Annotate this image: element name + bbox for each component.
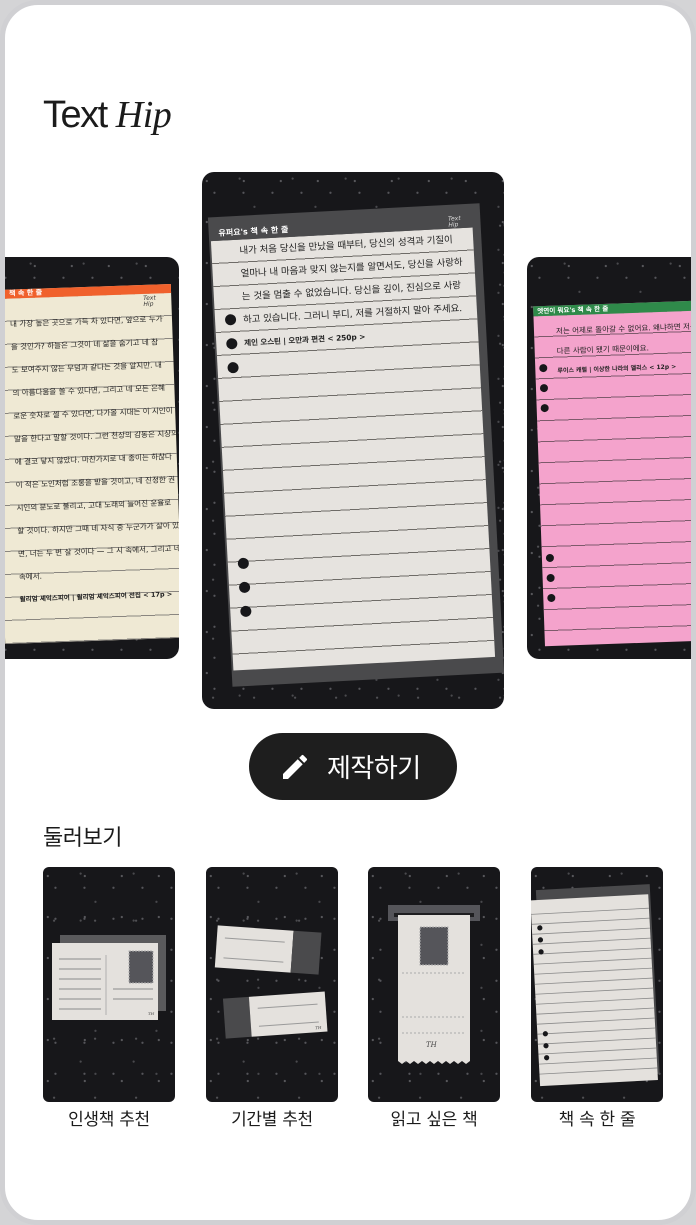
quote-body: 저는 어제로 돌아갈 수 없어요. 왜냐하면 저는 다른 사람이 됐기 때문이에… [556, 316, 691, 382]
make-button[interactable]: 제작하기 [249, 733, 457, 800]
binder-hole [224, 313, 237, 326]
quote-tag: 엣연이 뭐요's 책 속 한 줄 [537, 304, 609, 316]
binder-hole [539, 383, 549, 393]
quote-paper-pink: 엣연이 뭐요's 책 속 한 줄 저는 어제로 돌아갈 수 없어요. 왜냐하면 … [533, 299, 691, 647]
binder-hole [237, 557, 250, 570]
quote-paper-white: 유퍼요's 책 속 한 줄 Text Hip 내가 처음 당신을 만났을 때부터… [210, 213, 496, 671]
browse-title: 둘러보기 [43, 826, 122, 851]
quote-body: 내가 처음 당신을 만났을 때부터, 당신의 성격과 기질이 얼마나 내 마음과… [239, 227, 485, 354]
browse-item-label: 책 속 한 줄 [558, 1110, 636, 1130]
browse-item-want-to-read[interactable]: TH [368, 867, 500, 1102]
app-logo: Text Hip [43, 94, 172, 136]
brand-mark: Text Hip [447, 215, 461, 229]
binder-hole [238, 581, 251, 594]
binder-hole [226, 337, 238, 350]
browse-item-label: 읽고 싶은 책 [390, 1110, 478, 1130]
binder-hole [545, 553, 555, 563]
binder-hole [546, 573, 555, 583]
app-screen: Text Hip 책 속 한 줄 Text Hip 내 가장 높은 곳으로 가득… [0, 0, 696, 1225]
make-button-label: 제작하기 [327, 754, 421, 784]
browse-item-life-book[interactable]: TH [43, 867, 175, 1102]
browse-item-label: 기간별 추천 [231, 1110, 313, 1130]
browse-item-period[interactable]: TH [206, 867, 338, 1102]
browse-item-one-line[interactable] [531, 867, 663, 1102]
svg-text:TH: TH [315, 1025, 322, 1030]
pencil-icon [283, 754, 308, 779]
binder-hole [227, 361, 239, 374]
receipt-icon: TH [388, 905, 480, 1064]
quote-tag: 책 속 한 줄 [8, 288, 43, 298]
binder-hole [540, 403, 549, 413]
binder-hole [240, 605, 252, 618]
browse-item-label: 인생책 추천 [68, 1110, 150, 1130]
brand-mark: Text Hip [143, 294, 156, 308]
svg-text:TH: TH [426, 1041, 438, 1049]
carousel-card-left[interactable]: 책 속 한 줄 Text Hip 내 가장 높은 곳으로 가득 차 있다면, 앞… [5, 257, 179, 659]
svg-text:TH: TH [148, 1011, 155, 1016]
carousel-card-center[interactable]: 유퍼요's 책 속 한 줄 Text Hip 내가 처음 당신을 만났을 때부터… [202, 172, 504, 709]
postcard-icon: TH [52, 935, 166, 1020]
notebook-paper-icon [531, 884, 660, 1087]
carousel-card-right[interactable]: 엣연이 뭐요's 책 속 한 줄 저는 어제로 돌아갈 수 없어요. 왜냐하면 … [527, 257, 691, 659]
quote-source: 윌리엄 셰익스피어 | 윌리엄 셰익스피어 전집 < 17p > [19, 590, 173, 604]
tickets-icon: TH [214, 925, 328, 1039]
binder-hole [547, 593, 556, 603]
quote-body: 내 가장 높은 곳으로 가득 차 있다면, 앞으로 누가 을 것인가? 하늘은 … [10, 307, 179, 612]
binder-hole [539, 363, 548, 373]
quote-paper-cream: 책 속 한 줄 Text Hip 내 가장 높은 곳으로 가득 차 있다면, 앞… [5, 284, 179, 644]
